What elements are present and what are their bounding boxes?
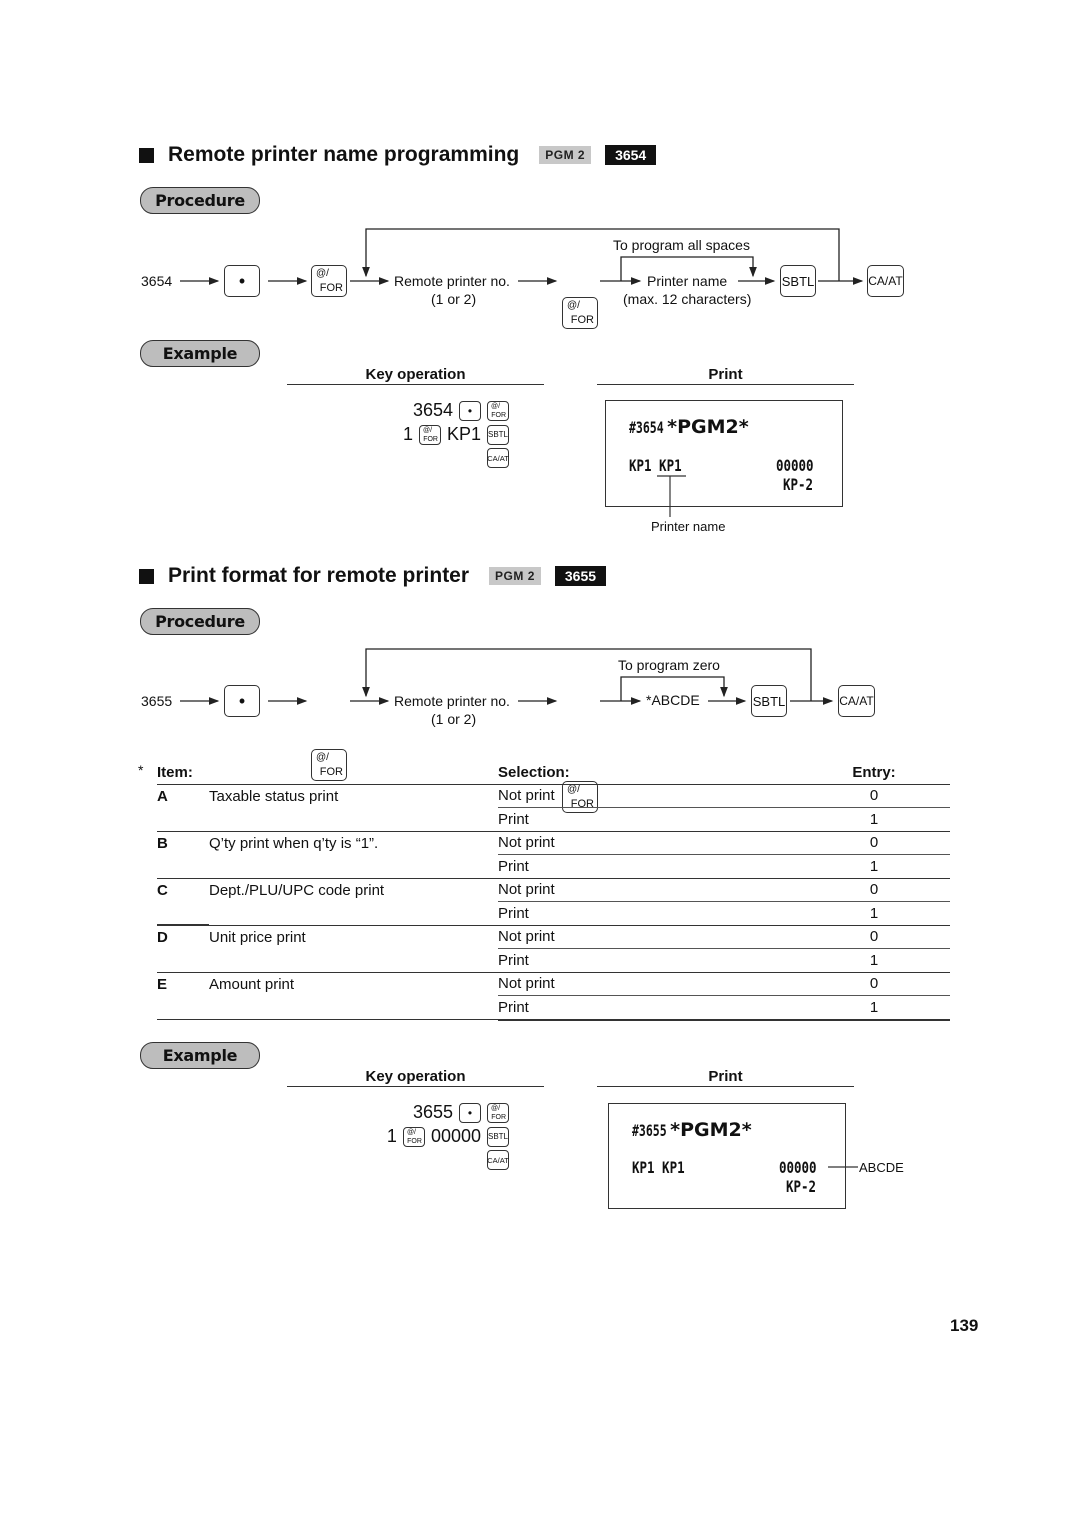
print-header: Print (597, 1068, 854, 1087)
selection-cell: Not print (498, 878, 798, 902)
entry-cell: 0 (798, 784, 950, 808)
for-key-bottom: FOR (407, 1137, 422, 1145)
selection-cell: Not print (498, 784, 798, 808)
entry-cell: 1 (798, 901, 950, 926)
header-entry: Entry: (798, 761, 950, 785)
caat-key-label: CA/AT (487, 1155, 509, 1165)
item-description: Taxable status print (209, 784, 498, 832)
key-operation-code: 3655 (412, 1102, 453, 1122)
selection-cell: Not print (498, 925, 798, 949)
point-key-label: • (467, 1105, 473, 1120)
receipt-line-1: #3655 *PGM2* (632, 1119, 752, 1141)
point-key-label: • (238, 690, 246, 711)
point-key: • (224, 685, 260, 717)
entry-cell: 0 (798, 878, 950, 902)
item-description: Amount print (209, 972, 498, 1020)
key-operation-printer-no: 1 (386, 1126, 397, 1146)
entry-cell: 1 (798, 995, 950, 1021)
table-row: B Q’ty print when q’ty is “1”. Not print 0 (157, 831, 950, 879)
selection-cell: Print (498, 854, 798, 879)
key-operation-header: Key operation (287, 1068, 544, 1087)
abcde-callout-line (828, 1166, 858, 1168)
for-key-bottom: FOR (491, 1113, 506, 1121)
flow-start-code: 3655 (141, 693, 173, 709)
print-format-options-table: Item: Selection: Entry: A Taxable status … (157, 761, 950, 1021)
point-key: • (459, 1102, 481, 1123)
selection-cell: Print (498, 901, 798, 926)
sbtl-key-label: SBTL (752, 693, 786, 709)
sbtl-key: SBTL (751, 685, 787, 717)
key-operation-line-2: 1 @/FOR 00000 SBTL (387, 1126, 509, 1147)
table-row: A Taxable status print Not print 0 (157, 784, 950, 832)
table-row: E Amount print Not print 0 (157, 972, 950, 1020)
item-letter: A (157, 784, 209, 832)
selection-cell: Print (498, 948, 798, 973)
for-key-top: @/ (491, 1104, 501, 1112)
header-item: Item: (157, 761, 498, 785)
item-letter: D (157, 925, 209, 973)
selection-cell: Print (498, 995, 798, 1021)
receipt-job-code: #3655 (632, 1121, 667, 1140)
key-operation-format-value: 00000 (430, 1126, 481, 1146)
entry-cell: 0 (798, 972, 950, 996)
bypass-label: To program zero (618, 657, 720, 673)
flow-step-remote-printer-no: Remote printer no. (394, 693, 510, 709)
key-operation-line-3: CA/AT (487, 1150, 509, 1170)
caat-key-label: CA/AT (839, 694, 874, 708)
item-description: Q’ty print when q’ty is “1”. (209, 831, 498, 879)
for-key: @/FOR (402, 1126, 425, 1147)
entry-cell: 0 (798, 925, 950, 949)
entry-cell: 1 (798, 807, 950, 832)
sbtl-key: SBTL (487, 1126, 509, 1147)
selection-cell: Not print (498, 972, 798, 996)
item-letter: C (157, 878, 209, 926)
flow-step-remote-printer-no-sub: (1 or 2) (431, 711, 477, 727)
caat-key: CA/AT (487, 1150, 509, 1170)
table-asterisk: * (138, 762, 144, 778)
header-selection: Selection: (498, 761, 798, 785)
table-row: C Dept./PLU/UPC code print Not print 0 (157, 878, 950, 926)
item-description: Unit price print (209, 925, 498, 973)
selection-cell: Not print (498, 831, 798, 855)
page-number: 139 (950, 1316, 979, 1335)
flow-diagram-lines-2 (180, 648, 834, 705)
flow-step-abcde: *ABCDE (646, 692, 700, 708)
receipt-mode: *PGM2* (670, 1119, 752, 1141)
entry-cell: 1 (798, 854, 950, 879)
table-row: D Unit price print Not print 0 (157, 925, 950, 973)
entry-cell: 1 (798, 948, 950, 973)
caat-key: CA/AT (838, 685, 875, 717)
for-key-top: @/ (406, 1128, 416, 1136)
receipt-printer-id: KP-2 (786, 1177, 817, 1196)
sbtl-key-label: SBTL (488, 1132, 509, 1141)
for-key: @/FOR (487, 1102, 509, 1123)
item-description: Dept./PLU/UPC code print (209, 878, 498, 926)
key-operation-line-1: 3655 • @/FOR (413, 1102, 509, 1123)
abcde-callout: ABCDE (859, 1160, 904, 1175)
table-header-row: Item: Selection: Entry: (157, 761, 950, 785)
entry-cell: 0 (798, 831, 950, 855)
receipt-printer-names: KP1 KP1 (632, 1158, 685, 1177)
item-letter: B (157, 831, 209, 879)
receipt-print-sample: #3655 *PGM2* KP1 KP1 00000 KP-2 (608, 1103, 846, 1209)
item-letter: E (157, 972, 209, 1020)
receipt-format-value: 00000 (779, 1158, 817, 1177)
selection-cell: Print (498, 807, 798, 832)
example-label: Example (140, 1042, 260, 1069)
